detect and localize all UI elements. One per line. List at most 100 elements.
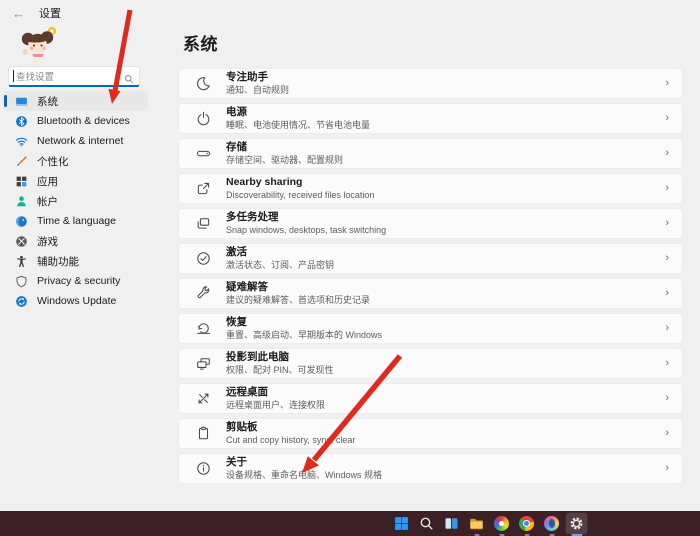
row-title: 专注助手 xyxy=(226,71,289,84)
chevron-right-icon: › xyxy=(665,393,669,404)
sidebar-item[interactable]: 辅助功能 xyxy=(4,251,148,271)
row-texts: 多任务处理Snap windows, desktops, task switch… xyxy=(226,211,386,236)
network-icon xyxy=(15,135,28,148)
row-title: 疑难解答 xyxy=(226,281,370,294)
chevron-right-icon: › xyxy=(665,358,669,369)
row-texts: 投影到此电脑权限、配对 PIN、可发现性 xyxy=(226,351,334,376)
projection-icon xyxy=(196,356,211,371)
row-subtitle: 建议的疑难解答、首选项和历史记录 xyxy=(226,295,370,306)
settings-row[interactable]: 多任务处理Snap windows, desktops, task switch… xyxy=(178,208,683,239)
chevron-right-icon: › xyxy=(665,183,669,194)
privacy-icon xyxy=(15,275,28,288)
settings-row[interactable]: 投影到此电脑权限、配对 PIN、可发现性 › xyxy=(178,348,683,379)
sidebar-item[interactable]: 个性化 xyxy=(4,151,148,171)
settings-row[interactable]: 激活激活状态、订阅、产品密钥› xyxy=(178,243,683,274)
search-icon xyxy=(124,71,134,81)
sidebar-item[interactable]: Network & internet xyxy=(4,131,148,151)
activation-icon xyxy=(196,251,211,266)
settings-row[interactable]: 专注助手通知、自动规则 › xyxy=(178,68,683,99)
settings-row[interactable]: 恢复重置、高级启动、早期版本的 Windows › xyxy=(178,313,683,344)
window-header: ← 设置 xyxy=(12,5,61,21)
settings-row[interactable]: Nearby sharingDiscoverability, received … xyxy=(178,173,683,204)
search-placeholder: 查找设置 xyxy=(16,69,124,83)
taskbar-search-icon[interactable] xyxy=(416,513,437,534)
settings-gear-icon xyxy=(569,516,584,531)
settings-row[interactable]: 电源睡眠、电池使用情况、节省电池电量› xyxy=(178,103,683,134)
row-texts: 关于设备规格、重命名电脑、Windows 规格 xyxy=(226,456,382,481)
row-subtitle: 重置、高级启动、早期版本的 Windows xyxy=(226,330,382,341)
settings-row[interactable]: 剪贴板Cut and copy history, sync, clear› xyxy=(178,418,683,449)
sidebar-item-label: Windows Update xyxy=(37,295,116,307)
start-icon[interactable] xyxy=(391,513,412,534)
row-subtitle: 权限、配对 PIN、可发现性 xyxy=(226,365,334,376)
sidebar-item[interactable]: Windows Update xyxy=(4,291,148,311)
chevron-right-icon: › xyxy=(665,463,669,474)
sidebar-item-label: Network & internet xyxy=(37,135,123,147)
bluetooth-icon xyxy=(15,115,28,128)
sidebar-item[interactable]: Bluetooth & devices xyxy=(4,111,148,131)
clipboard-icon xyxy=(196,426,211,441)
gaming-icon xyxy=(15,235,28,248)
sidebar-item-label: 个性化 xyxy=(37,154,69,169)
troubleshoot-icon xyxy=(196,286,211,301)
row-title: 远程桌面 xyxy=(226,386,325,399)
sidebar-item[interactable]: Time & language xyxy=(4,211,148,231)
row-texts: 恢复重置、高级启动、早期版本的 Windows xyxy=(226,316,382,341)
chevron-right-icon: › xyxy=(665,323,669,334)
sidebar-item-label: 系统 xyxy=(37,94,58,109)
chrome-icon[interactable] xyxy=(516,513,537,534)
chevron-right-icon: › xyxy=(665,253,669,264)
taskbar-search-icon xyxy=(419,516,434,531)
about-icon xyxy=(196,461,211,476)
row-title: 激活 xyxy=(226,246,334,259)
chevron-right-icon: › xyxy=(665,78,669,89)
file-explorer-icon[interactable] xyxy=(466,513,487,534)
sidebar-item[interactable]: 应用 xyxy=(4,171,148,191)
row-subtitle: 远程桌面用户、连接权限 xyxy=(226,400,325,411)
apps-icon xyxy=(15,175,28,188)
settings-row[interactable]: 远程桌面远程桌面用户、连接权限 › xyxy=(178,383,683,414)
settings-row[interactable]: 疑难解答建议的疑难解答、首选项和历史记录› xyxy=(178,278,683,309)
sidebar-item-label: Privacy & security xyxy=(37,275,120,287)
sidebar-nav: 系统 Bluetooth & devices Network & internet 个… xyxy=(4,91,148,311)
search-input[interactable]: 查找设置 xyxy=(8,66,140,87)
text-caret xyxy=(13,70,14,82)
settings-window: ← 设置 查找设置 系统 Bluetooth & devices Network &… xyxy=(0,0,700,536)
sidebar-item[interactable]: 游戏 xyxy=(4,231,148,251)
row-subtitle: Cut and copy history, sync, clear xyxy=(226,435,355,446)
row-texts: 远程桌面远程桌面用户、连接权限 xyxy=(226,386,325,411)
sidebar-item-label: Bluetooth & devices xyxy=(37,115,130,127)
system-icon xyxy=(15,95,28,108)
taskbar-icons xyxy=(391,511,587,536)
paint-app-icon[interactable] xyxy=(541,513,562,534)
settings-row[interactable]: 存储存储空间、驱动器、配置规则› xyxy=(178,138,683,169)
back-arrow-icon[interactable]: ← xyxy=(12,7,25,20)
sidebar-item[interactable]: Privacy & security xyxy=(4,271,148,291)
sidebar-item[interactable]: 帐户 xyxy=(4,191,148,211)
row-texts: 疑难解答建议的疑难解答、首选项和历史记录 xyxy=(226,281,370,306)
sidebar-item-label: 辅助功能 xyxy=(37,254,79,269)
personalization-icon xyxy=(15,155,28,168)
nearby-sharing-icon xyxy=(196,181,211,196)
multitasking-icon xyxy=(196,216,211,231)
row-title: Nearby sharing xyxy=(226,176,374,189)
row-texts: 电源睡眠、电池使用情况、节省电池电量 xyxy=(226,106,370,131)
focus-assist-icon xyxy=(196,76,211,91)
row-title: 存储 xyxy=(226,141,343,154)
row-title: 关于 xyxy=(226,456,382,469)
row-subtitle: 存储空间、驱动器、配置规则 xyxy=(226,155,343,166)
settings-row[interactable]: 关于设备规格、重命名电脑、Windows 规格 › xyxy=(178,453,683,484)
accessibility-icon xyxy=(15,255,28,268)
row-title: 恢复 xyxy=(226,316,382,329)
paint-app-icon xyxy=(544,516,559,531)
photos-icon[interactable] xyxy=(491,513,512,534)
row-texts: 专注助手通知、自动规则 xyxy=(226,71,289,96)
sidebar-item-label: 帐户 xyxy=(37,194,58,209)
windows-update-icon xyxy=(15,295,28,308)
chevron-right-icon: › xyxy=(665,428,669,439)
row-texts: Nearby sharingDiscoverability, received … xyxy=(226,176,374,201)
settings-gear-icon[interactable] xyxy=(566,513,587,534)
task-view-icon[interactable] xyxy=(441,513,462,534)
sidebar-item-label: Time & language xyxy=(37,215,116,227)
sidebar-item[interactable]: 系统 xyxy=(4,91,148,111)
